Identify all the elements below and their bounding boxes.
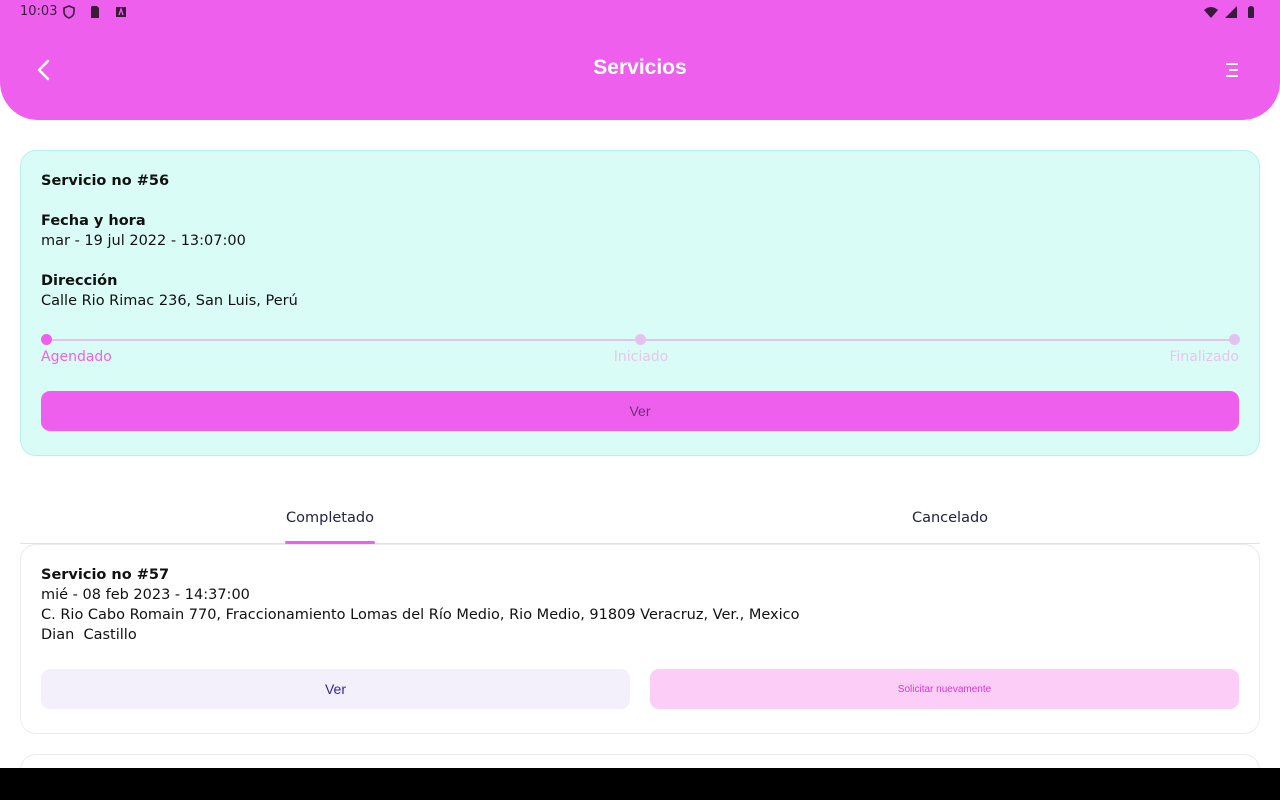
- next-history-card: [20, 754, 1260, 768]
- view-active-service-button[interactable]: Ver: [41, 391, 1239, 431]
- step-label-finalizado: Finalizado: [1169, 349, 1239, 365]
- navigation-bar: [0, 768, 1280, 800]
- date-label: Fecha y hora: [41, 213, 146, 229]
- date-value: mar - 19 jul 2022 - 13:07:00: [41, 233, 246, 249]
- history-title: Servicio no #57: [41, 567, 170, 583]
- tab-completado[interactable]: Completado: [20, 510, 640, 526]
- screen: 10:03 Servicios Servicio no #56 Fecha y …: [0, 0, 1280, 768]
- step-label-agendado: Agendado: [41, 349, 112, 365]
- status-time: 10:03: [20, 4, 58, 19]
- menu-icon: [1226, 63, 1238, 77]
- address-value: Calle Rio Rimac 236, San Luis, Perú: [41, 293, 298, 309]
- step-dot-finalizado: [1229, 334, 1240, 345]
- shield-icon: [63, 5, 75, 19]
- step-dot-iniciado: [635, 334, 646, 345]
- font-icon: [116, 6, 126, 17]
- status-bar: 10:03: [0, 0, 1280, 24]
- active-service-card: Servicio no #56 Fecha y hora mar - 19 ju…: [20, 150, 1260, 456]
- request-again-button[interactable]: Solicitar nuevamente: [650, 669, 1239, 709]
- history-view-button[interactable]: Ver: [41, 669, 630, 709]
- tab-cancelado[interactable]: Cancelado: [640, 510, 1260, 526]
- history-card: Servicio no #57 mié - 08 feb 2023 - 14:3…: [20, 544, 1260, 734]
- address-label: Dirección: [41, 273, 118, 289]
- history-person: Dian Castillo: [41, 627, 137, 643]
- menu-button[interactable]: [1220, 58, 1244, 82]
- history-date: mié - 08 feb 2023 - 14:37:00: [41, 587, 250, 603]
- step-dot-agendado: [41, 334, 52, 345]
- signal-icon: [1225, 6, 1237, 18]
- battery-icon: [1248, 6, 1254, 18]
- step-label-iniciado: Iniciado: [613, 349, 669, 365]
- sim-card-icon: [91, 6, 99, 18]
- service-title: Servicio no #56: [41, 173, 170, 189]
- app-bar: 10:03 Servicios: [0, 0, 1280, 120]
- page-title: Servicios: [593, 56, 687, 79]
- history-address: C. Rio Cabo Romain 770, Fraccionamiento …: [41, 607, 800, 623]
- wifi-icon: [1204, 7, 1218, 18]
- status-tabs: Completado Cancelado: [20, 500, 1260, 544]
